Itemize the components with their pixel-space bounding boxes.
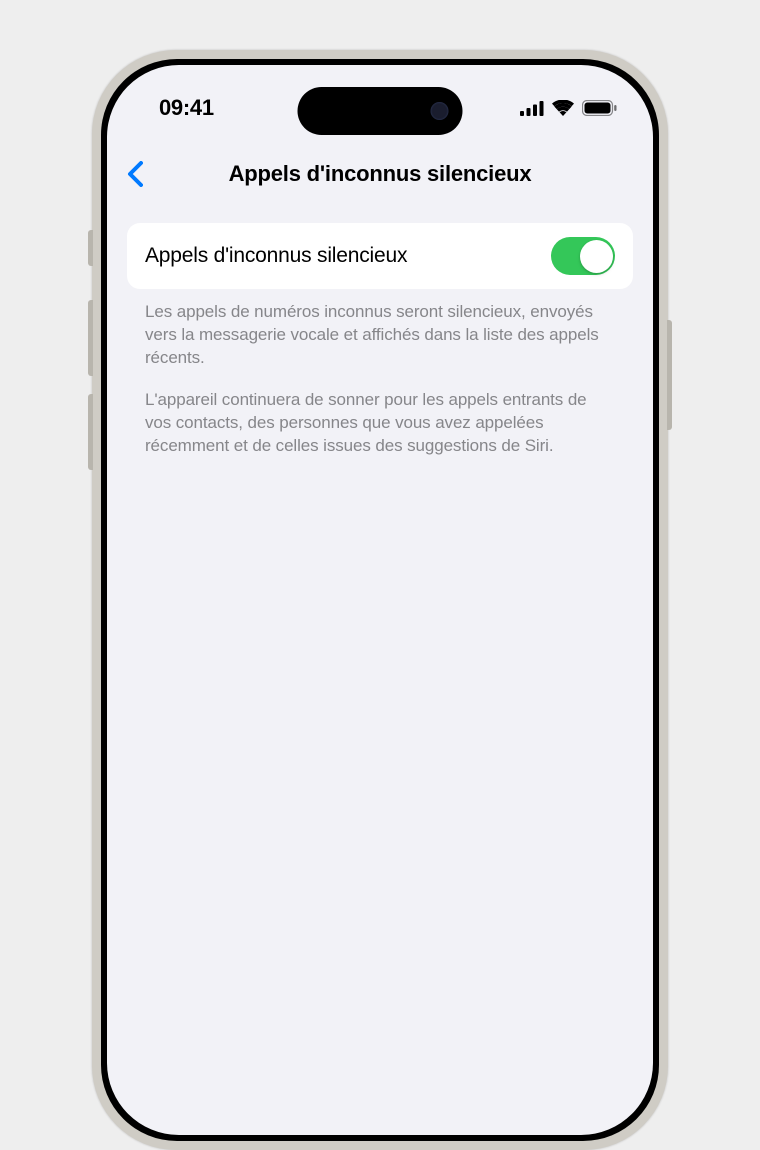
dynamic-island: [298, 87, 463, 135]
footer-description: Les appels de numéros inconnus seront si…: [127, 289, 633, 458]
volume-down-button: [88, 394, 93, 470]
nav-bar: Appels d'inconnus silencieux: [107, 147, 653, 201]
footer-paragraph-1: Les appels de numéros inconnus seront si…: [145, 301, 615, 369]
back-button[interactable]: [121, 161, 161, 187]
content: Appels d'inconnus silencieux Les appels …: [107, 223, 653, 458]
chevron-left-icon: [127, 161, 143, 187]
toggle-knob: [580, 240, 613, 273]
status-time: 09:41: [159, 95, 214, 121]
setting-row: Appels d'inconnus silencieux: [127, 223, 633, 289]
status-right: [520, 100, 617, 116]
volume-up-button: [88, 300, 93, 376]
footer-paragraph-2: L'appareil continuera de sonner pour les…: [145, 389, 615, 457]
power-button: [667, 320, 672, 430]
page-title: Appels d'inconnus silencieux: [107, 161, 653, 187]
cellular-icon: [520, 101, 544, 116]
phone-bezel: 09:41: [101, 59, 659, 1141]
setting-label: Appels d'inconnus silencieux: [145, 244, 407, 268]
front-camera: [431, 102, 449, 120]
wifi-icon: [552, 100, 574, 116]
screen: 09:41: [107, 65, 653, 1135]
battery-icon: [582, 100, 617, 116]
silence-unknown-toggle[interactable]: [551, 237, 615, 275]
side-button: [88, 230, 93, 266]
phone-frame: 09:41: [92, 50, 668, 1150]
